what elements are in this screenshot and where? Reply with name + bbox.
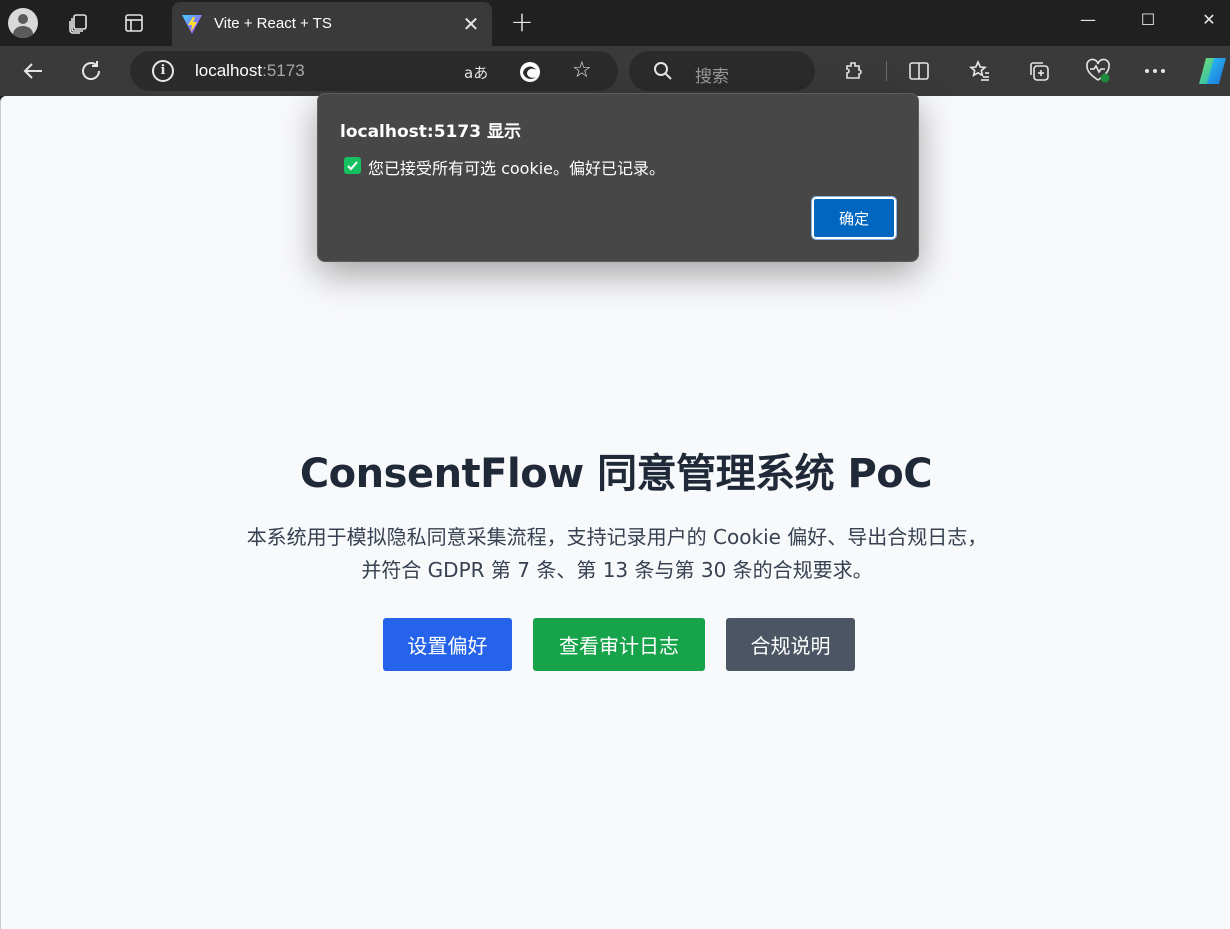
tab-actions-icon[interactable] [118, 7, 150, 39]
extensions-icon[interactable] [840, 57, 868, 85]
read-aloud-icon[interactable]: aあ [464, 62, 488, 83]
minimize-button[interactable]: — [1057, 0, 1119, 38]
split-screen-icon[interactable] [905, 57, 933, 85]
search-box[interactable]: 搜索 [629, 51, 815, 91]
window-close-button[interactable]: ✕ [1178, 0, 1230, 38]
workspaces-icon[interactable] [62, 7, 94, 39]
page-description: 本系统用于模拟隐私同意采集流程，支持记录用户的 Cookie 偏好、导出合规日志… [246, 525, 988, 582]
alert-dialog: localhost:5173 显示 您已接受所有可选 cookie。偏好已记录。… [317, 93, 919, 262]
refresh-icon[interactable] [75, 55, 107, 87]
favorites-icon[interactable] [966, 57, 994, 85]
page-title: ConsentFlow 同意管理系统 PoC [299, 451, 933, 497]
view-audit-log-button[interactable]: 查看审计日志 [533, 618, 705, 671]
set-preferences-button[interactable]: 设置偏好 [383, 618, 512, 671]
copilot-icon[interactable] [1196, 56, 1230, 86]
tab-strip: Vite + React + TS ✕ + — ☐ ✕ [0, 0, 1230, 46]
back-icon[interactable] [17, 55, 49, 87]
browser-toolbar: i localhost:5173 aあ ☆ 搜索 [0, 46, 1230, 96]
dialog-message: 您已接受所有可选 cookie。偏好已记录。 [368, 159, 666, 178]
vite-favicon [182, 15, 202, 34]
tab-close-icon[interactable]: ✕ [459, 12, 483, 36]
collections-icon[interactable] [1025, 57, 1053, 85]
search-placeholder: 搜索 [695, 67, 729, 87]
active-tab[interactable]: Vite + React + TS ✕ [172, 2, 492, 46]
browser-essentials-icon[interactable] [1084, 57, 1112, 85]
more-icon[interactable] [1141, 57, 1169, 85]
dialog-ok-button[interactable]: 确定 [811, 196, 897, 240]
address-url[interactable]: localhost:5173 [195, 61, 305, 81]
site-info-icon[interactable]: i [152, 60, 174, 82]
favorite-star-icon[interactable]: ☆ [572, 58, 592, 83]
profile-icon[interactable] [7, 7, 39, 39]
search-icon [654, 62, 672, 80]
edge-icon[interactable] [518, 60, 542, 84]
tab-title: Vite + React + TS [214, 15, 332, 32]
toolbar-separator [886, 61, 887, 81]
maximize-button[interactable]: ☐ [1117, 0, 1179, 38]
address-bar[interactable]: i localhost:5173 aあ ☆ [130, 51, 618, 91]
compliance-info-button[interactable]: 合规说明 [726, 618, 855, 671]
checkmark-icon [344, 157, 361, 174]
new-tab-button[interactable]: + [508, 8, 536, 36]
dialog-title: localhost:5173 显示 [340, 122, 521, 142]
